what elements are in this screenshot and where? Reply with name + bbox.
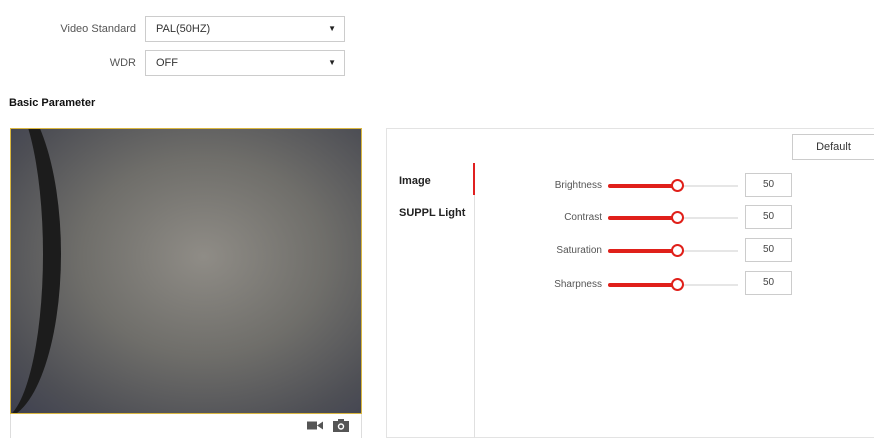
- chevron-down-icon: ▼: [328, 24, 336, 33]
- brightness-label: Brightness: [554, 180, 602, 191]
- saturation-value-input[interactable]: 50: [745, 238, 792, 262]
- contrast-slider[interactable]: [608, 211, 738, 224]
- sharpness-label: Sharpness: [554, 279, 602, 290]
- section-title: Basic Parameter: [9, 97, 96, 109]
- contrast-slider-handle[interactable]: [671, 211, 684, 224]
- tab-image[interactable]: Image: [399, 175, 431, 187]
- video-camera-icon[interactable]: [307, 419, 323, 432]
- tab-suppl-light[interactable]: SUPPL Light: [399, 207, 465, 219]
- default-button[interactable]: Default: [792, 134, 874, 160]
- preview-toolbar: [10, 414, 362, 438]
- brightness-slider-handle[interactable]: [671, 179, 684, 192]
- preview-image: [11, 129, 61, 413]
- chevron-down-icon: ▼: [328, 58, 336, 67]
- video-standard-label: Video Standard: [60, 23, 136, 35]
- contrast-label: Contrast: [564, 212, 602, 223]
- wdr-select[interactable]: OFF ▼: [145, 50, 345, 76]
- camera-icon[interactable]: [333, 419, 349, 432]
- saturation-fill: [608, 249, 677, 253]
- brightness-fill: [608, 184, 677, 188]
- tab-active-indicator: [473, 163, 475, 195]
- contrast-fill: [608, 216, 677, 220]
- brightness-slider[interactable]: [608, 179, 738, 192]
- video-standard-value: PAL(50HZ): [156, 23, 211, 35]
- sharpness-slider-handle[interactable]: [671, 278, 684, 291]
- saturation-label: Saturation: [556, 245, 602, 256]
- live-preview[interactable]: [10, 128, 362, 414]
- brightness-value-input[interactable]: 50: [745, 173, 792, 197]
- sharpness-fill: [608, 283, 677, 287]
- saturation-slider[interactable]: [608, 244, 738, 257]
- saturation-slider-handle[interactable]: [671, 244, 684, 257]
- tab-divider: [474, 163, 475, 438]
- wdr-label: WDR: [109, 57, 136, 69]
- sharpness-value-input[interactable]: 50: [745, 271, 792, 295]
- contrast-value-input[interactable]: 50: [745, 205, 792, 229]
- video-standard-select[interactable]: PAL(50HZ) ▼: [145, 16, 345, 42]
- wdr-value: OFF: [156, 57, 178, 69]
- sharpness-slider[interactable]: [608, 278, 738, 291]
